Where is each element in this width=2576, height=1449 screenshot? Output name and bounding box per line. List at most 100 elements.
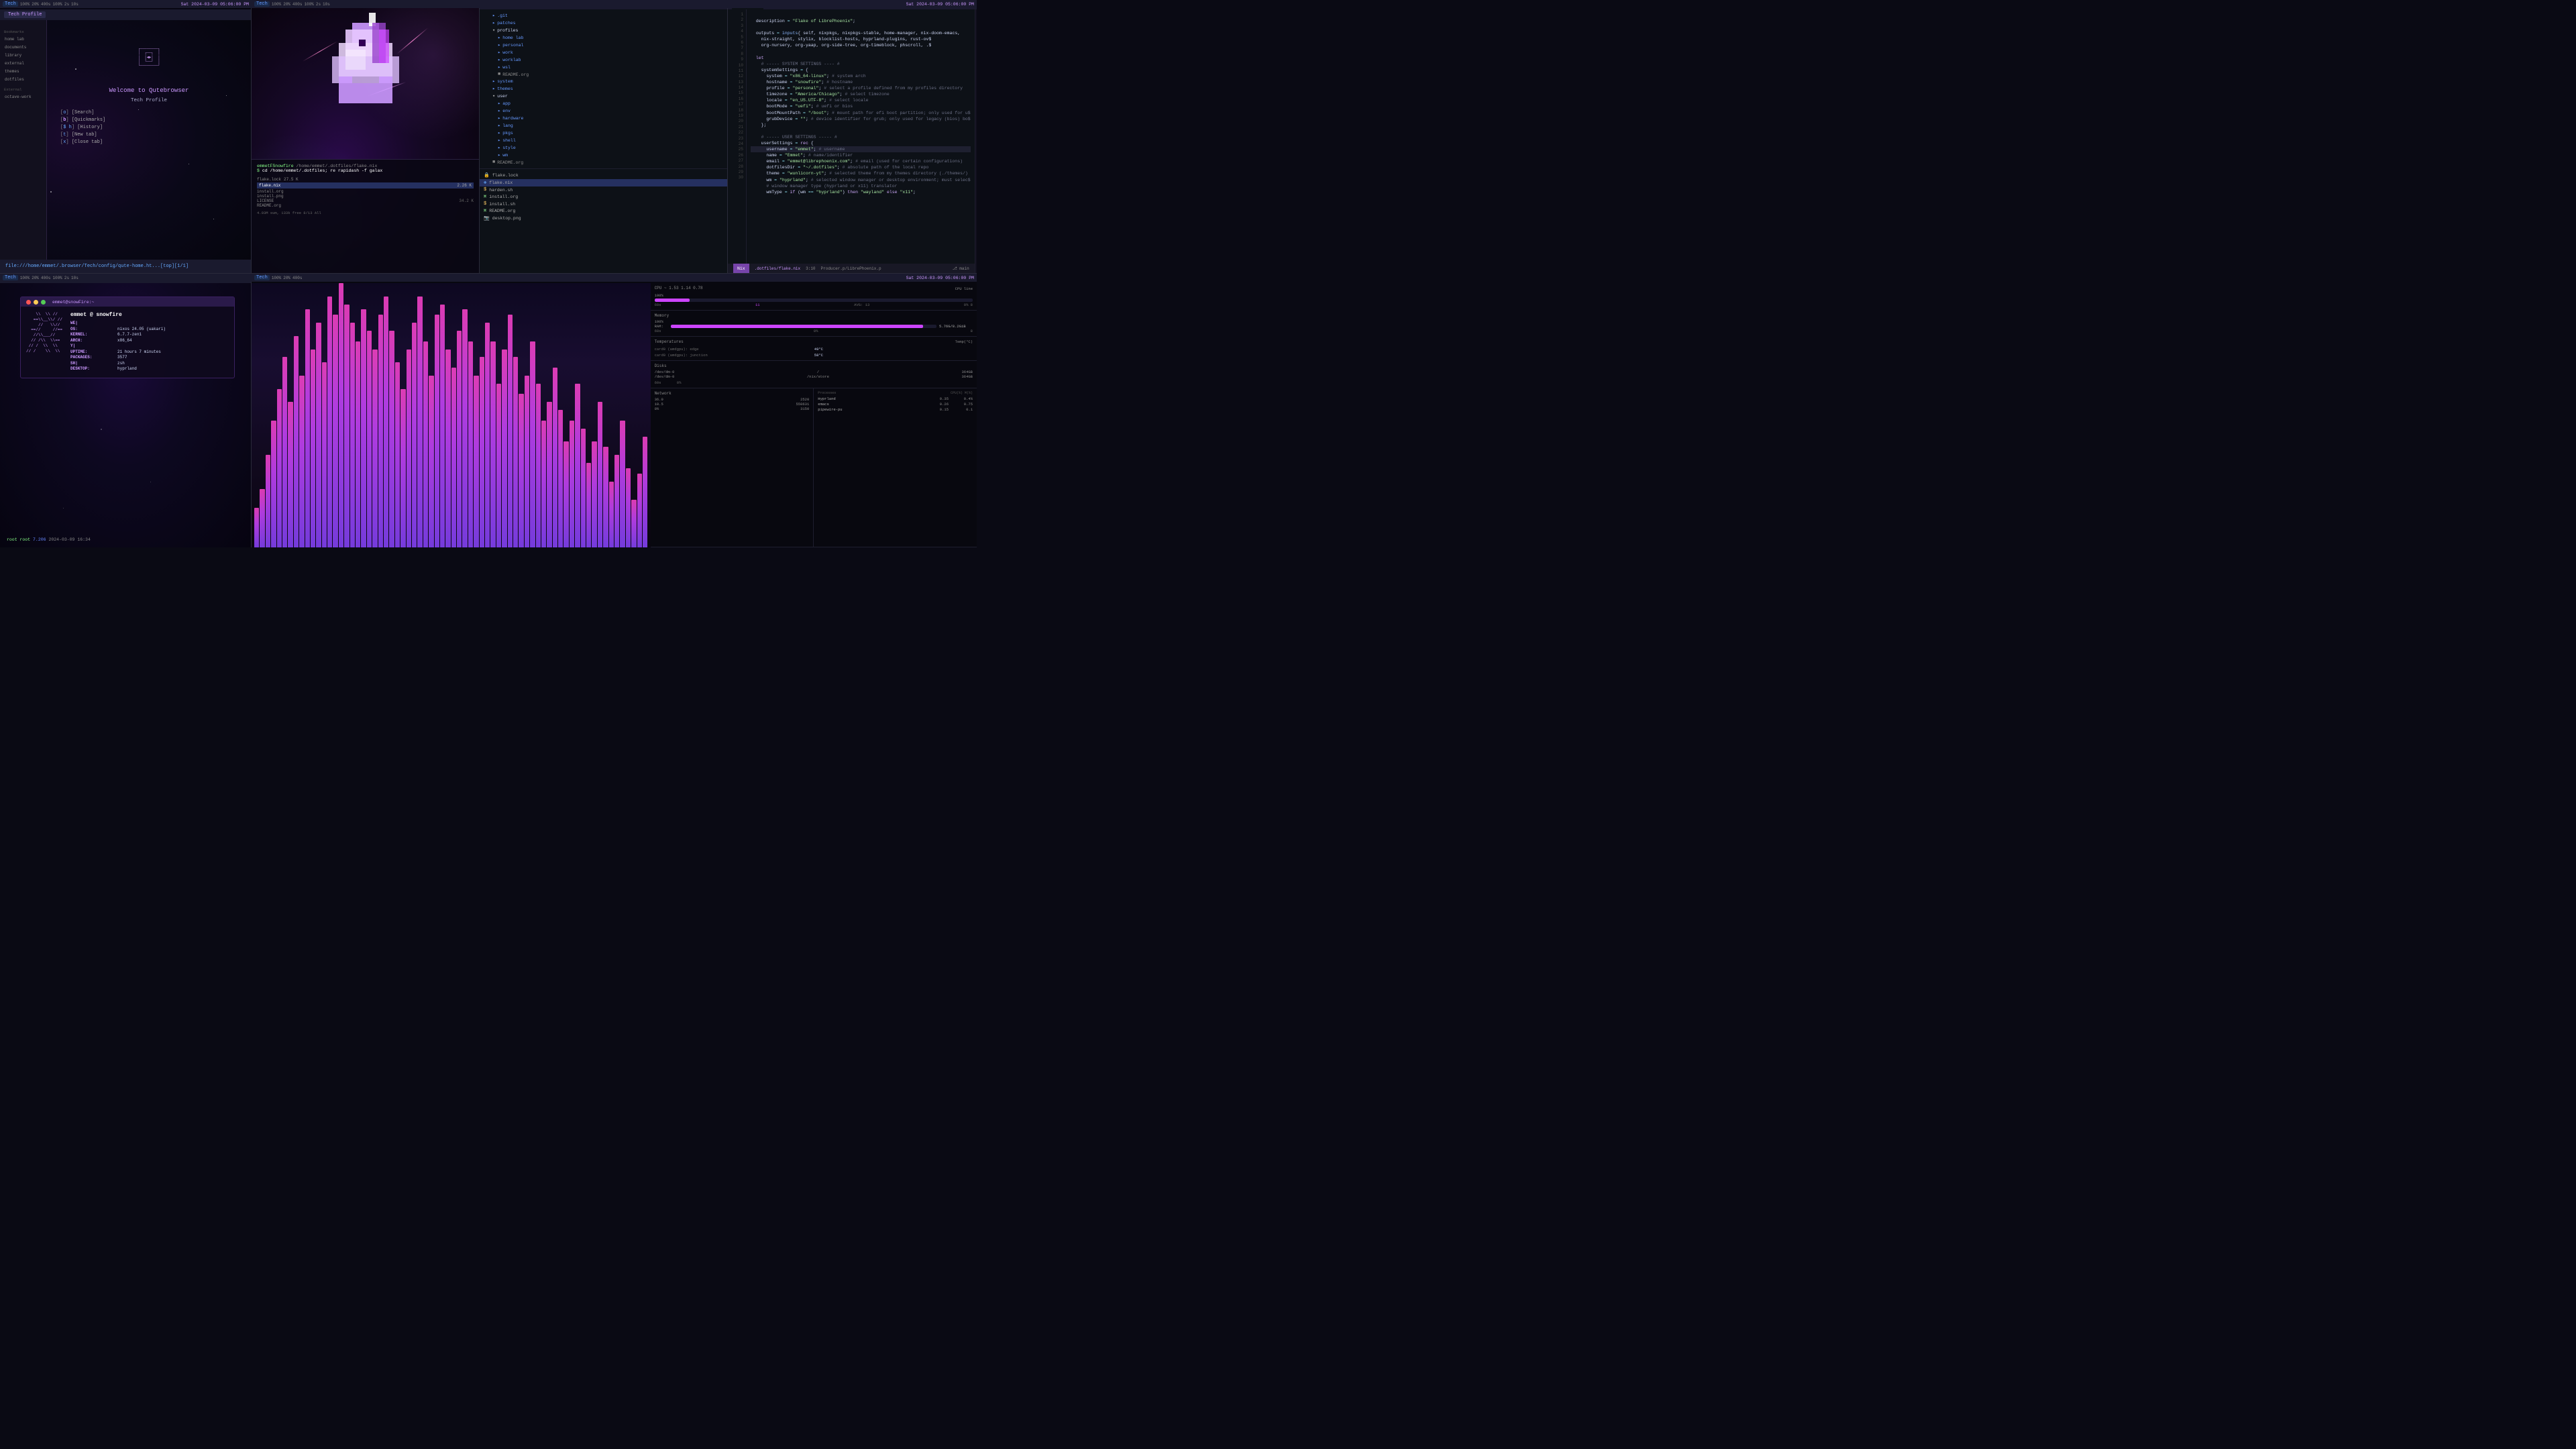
spec-bar-20	[367, 331, 372, 547]
spec-bar-49	[530, 341, 535, 547]
outline-grubdevice[interactable]: • grubDevice	[975, 76, 977, 83]
tree-pkgs[interactable]: ▸ pkgs	[480, 129, 727, 137]
tree-wsl[interactable]: ▸ wsl	[480, 64, 727, 71]
outline-theme[interactable]: • theme	[975, 117, 977, 123]
outline-outputs[interactable]: ▶ outputs	[975, 16, 977, 23]
file-row-installpng[interactable]: install.png	[257, 194, 474, 199]
tree-env[interactable]: ▸ env	[480, 107, 727, 115]
outline-bootmountpath[interactable]: • bootMountPath	[975, 70, 977, 76]
mem-header: Memory	[655, 313, 973, 319]
tree-lang[interactable]: ▸ lang	[480, 122, 727, 129]
net-row-3: 0% 3150	[655, 407, 810, 411]
window-min-dot[interactable]	[34, 300, 38, 305]
qb-sidebar-item-themes[interactable]: themes	[3, 68, 44, 75]
disk-bl: 2s	[64, 276, 69, 280]
editor-mode-indicator: Nix	[733, 264, 749, 273]
outline-locale[interactable]: • locale	[975, 56, 977, 63]
tree-patches[interactable]: ▸ patches	[480, 19, 727, 27]
qb-sidebar-item-library[interactable]: library	[3, 52, 44, 59]
proc-hyprland: Hyprland 0.35 0.4%	[818, 396, 973, 401]
pixel-art-container	[312, 9, 419, 117]
spec-bar-33	[440, 305, 445, 547]
tree-git[interactable]: ▸ .git	[480, 12, 727, 19]
outline-np-src[interactable]: • src	[975, 209, 977, 215]
qb-active-tab[interactable]: Tech Profile	[4, 11, 46, 18]
outline-dotfilesdir[interactable]: • dotfilesDir	[975, 110, 977, 117]
file-flake-nix[interactable]: ❅ flake.nix	[480, 179, 727, 186]
tree-shell[interactable]: ▸ shell	[480, 137, 727, 144]
mem-percent-label: 100%	[655, 319, 973, 324]
tree-profiles[interactable]: ▾ profiles	[480, 27, 727, 34]
outline-profile[interactable]: • profile	[975, 43, 977, 50]
tree-themes[interactable]: ▸ themes	[480, 85, 727, 93]
outline-name[interactable]: • name	[975, 97, 977, 103]
temp-val-2: 58°C	[814, 353, 973, 358]
outline-timezone[interactable]: • timezone	[975, 50, 977, 56]
window-max-dot[interactable]	[41, 300, 46, 305]
tree-app[interactable]: ▸ app	[480, 100, 727, 107]
selected-file-row[interactable]: flake.nix 2.26 K	[257, 182, 474, 189]
file-row-readme[interactable]: README.org	[257, 203, 474, 208]
file-install-sh[interactable]: $ install.sh	[480, 201, 727, 207]
outline-description[interactable]: ▶ description	[975, 9, 977, 16]
outline-bootmode[interactable]: • bootMode	[975, 63, 977, 70]
spec-bar-61	[598, 402, 602, 547]
qb-sidebar-item-octave[interactable]: octave-work	[3, 93, 44, 101]
file-install-org[interactable]: ⌘ install.org	[480, 193, 727, 201]
qb-sidebar-item-homelab[interactable]: home lab	[3, 36, 44, 43]
outline-editor[interactable]: • editor	[975, 170, 977, 177]
file-harden[interactable]: $ harden.sh	[480, 186, 727, 193]
outline-usersettings[interactable]: ▼ userSettings	[975, 83, 977, 90]
outline-font[interactable]: • font	[975, 157, 977, 164]
spec-bar-12	[322, 362, 327, 547]
outline-np-name[interactable]: • name	[975, 202, 977, 209]
tree-homelab[interactable]: ▸ home lab	[480, 34, 727, 42]
outline-np-patches[interactable]: • patches	[975, 215, 977, 222]
tree-work[interactable]: ▸ work	[480, 49, 727, 56]
outline-defaultroamdir[interactable]: • defaultRoamDir	[975, 144, 977, 150]
outline-email[interactable]: • email	[975, 103, 977, 110]
outline-pkgs-system[interactable]: • system	[975, 229, 977, 235]
clock-tl: Sat 2024-03-09 05:06:00 PM	[181, 2, 249, 7]
tree-readme-profiles[interactable]: ■ README.org	[480, 71, 727, 78]
file-tree[interactable]: ▸ .git ▸ patches ▾ profiles ▸ home lab	[480, 9, 727, 273]
tree-readme-top[interactable]: ■ README.org	[480, 159, 727, 166]
qb-sidebar-item-external[interactable]: external	[3, 60, 44, 67]
outline-username[interactable]: • username	[975, 90, 977, 97]
outline-nixpkgs-patched[interactable]: ▼ nixpkgs-patched	[975, 184, 977, 195]
editor-body[interactable]: 12345 678910 1112131415 1617181920 21222…	[728, 9, 975, 264]
outline-system[interactable]: • system	[975, 30, 977, 36]
file-row-install[interactable]: install.org	[257, 189, 474, 194]
outline-wm[interactable]: • wm	[975, 123, 977, 130]
file-readme[interactable]: ⌘ README.org	[480, 207, 727, 215]
qb-sidebar-item-documents[interactable]: documents	[3, 44, 44, 51]
tree-wm[interactable]: ▸ wm	[480, 152, 727, 159]
tree-personal[interactable]: ▸ personal	[480, 42, 727, 49]
outline-systemsettings[interactable]: ▼ systemSettings	[975, 23, 977, 30]
bl-body: emmet@snowFire:~ \\ \\ // ==\\__\\/ // /…	[0, 283, 251, 547]
tree-style[interactable]: ▸ style	[480, 144, 727, 152]
qb-sidebar-section-bookmarks: Bookmarks	[3, 30, 44, 34]
cpu-current: 11	[755, 303, 760, 307]
tree-hardware[interactable]: ▸ hardware	[480, 115, 727, 122]
qb-sidebar-item-dotfiles[interactable]: dotfiles	[3, 76, 44, 83]
file-desktop-png[interactable]: 📷 desktop.png	[480, 215, 727, 222]
cpu-bl: 20%	[32, 276, 39, 280]
top-right-panel: emmetFSnowfire /home/emmet/.dotfiles/fla…	[252, 0, 977, 274]
outline-spawneditor[interactable]: • spawnEditor	[975, 177, 977, 184]
file-row-license[interactable]: LICENSE 34.2 K	[257, 199, 474, 203]
outline-hostname[interactable]: • hostname	[975, 36, 977, 43]
outline-fontpkg[interactable]: • fontPkg	[975, 164, 977, 170]
window-close-dot[interactable]	[26, 300, 31, 305]
outline-np-system[interactable]: • system	[975, 195, 977, 202]
file-flake-lock[interactable]: 🔒 flake.lock	[480, 172, 727, 179]
outline-pkgs[interactable]: ▼ pkgs	[975, 222, 977, 229]
spec-bar-24	[389, 331, 394, 547]
tree-user[interactable]: ▾ user	[480, 93, 727, 100]
outline-term[interactable]: • term	[975, 150, 977, 157]
tree-system[interactable]: ▸ system	[480, 78, 727, 85]
outline-wmtype[interactable]: • wmType	[975, 130, 977, 137]
spec-bar-40	[480, 357, 484, 547]
tree-worklab[interactable]: ▸ worklab	[480, 56, 727, 64]
outline-browser[interactable]: • browser	[975, 137, 977, 144]
